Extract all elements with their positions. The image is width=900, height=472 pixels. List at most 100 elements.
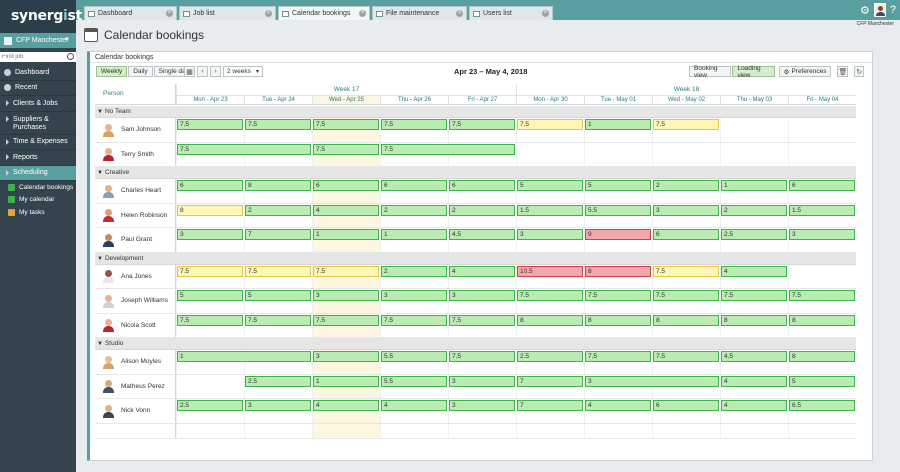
team-group-row[interactable]: ▼ Development <box>95 252 856 265</box>
booking-block[interactable]: 3 <box>313 351 379 362</box>
sidebar-item-dashboard[interactable]: Dashboard <box>0 65 76 81</box>
booking-block[interactable]: 6 <box>653 400 719 411</box>
booking-block[interactable]: 4 <box>313 204 379 216</box>
booking-block[interactable]: 5 <box>177 290 243 301</box>
booking-block[interactable]: 7.5 <box>653 351 719 362</box>
sidebar-subitem-my-calendar[interactable]: My calendar <box>0 194 76 207</box>
booking-block[interactable]: 4 <box>721 400 787 411</box>
booking-block[interactable]: 7.5 <box>245 265 311 277</box>
close-icon[interactable]: × <box>166 10 173 17</box>
booking-block[interactable]: 2 <box>245 204 311 216</box>
day-cell[interactable] <box>176 374 244 398</box>
booking-block[interactable]: 8 <box>177 204 243 216</box>
booking-block[interactable]: 6 <box>381 180 447 191</box>
person-column-header[interactable]: Person <box>95 84 176 105</box>
find-job-input[interactable] <box>2 54 62 60</box>
sidebar-subitem-my-tasks[interactable]: My tasks <box>0 206 76 219</box>
booking-block[interactable]: 4.5 <box>449 229 515 240</box>
booking-block[interactable]: 6 <box>653 229 719 240</box>
sidebar-item-recent[interactable]: Recent <box>0 81 76 96</box>
booking-block[interactable]: 4 <box>721 265 787 277</box>
booking-block[interactable]: 7.5 <box>177 119 243 130</box>
booking-block[interactable]: 4 <box>313 400 379 411</box>
booking-block[interactable]: 2 <box>653 180 719 191</box>
person-cell[interactable]: Alison Moyles <box>95 350 176 374</box>
close-icon[interactable]: × <box>265 10 272 17</box>
user-avatar[interactable] <box>873 3 886 17</box>
person-cell[interactable]: Joseph Williams <box>95 289 176 313</box>
booking-block[interactable]: 1 <box>585 119 651 130</box>
booking-block[interactable]: 1 <box>721 180 787 191</box>
booking-block[interactable]: 9 <box>585 229 651 240</box>
booking-block[interactable]: 3 <box>177 229 243 240</box>
booking-block[interactable]: 8 <box>517 314 583 326</box>
booking-block[interactable]: 8 <box>653 314 719 326</box>
person-cell[interactable]: Matheus Perez <box>95 374 176 398</box>
booking-block[interactable]: 5 <box>789 375 855 387</box>
booking-block[interactable]: 5 <box>585 180 651 191</box>
booking-block[interactable]: 3 <box>585 375 719 387</box>
day-cell[interactable] <box>788 142 856 166</box>
booking-block[interactable]: 4 <box>381 400 447 411</box>
booking-block[interactable]: 3 <box>449 400 515 411</box>
booking-block[interactable]: 2 <box>381 265 447 277</box>
booking-block[interactable]: 7.5 <box>381 143 515 155</box>
prev-icon[interactable]: ‹ <box>197 66 208 77</box>
team-group-row[interactable]: ▼ Studio <box>95 338 856 350</box>
collapse-triangle-icon[interactable]: ▼ <box>97 109 103 115</box>
booking-block[interactable]: 3 <box>449 375 515 387</box>
booking-block[interactable]: 2.5 <box>517 351 583 362</box>
booking-block[interactable]: 1 <box>313 229 379 240</box>
day-cell[interactable] <box>788 264 856 288</box>
booking-block[interactable]: 7.5 <box>653 290 719 301</box>
tab-job-list[interactable]: Job list × <box>179 6 276 20</box>
booking-block[interactable]: 3 <box>245 400 311 411</box>
booking-block[interactable]: 1.5 <box>517 204 583 216</box>
booking-block[interactable]: 7.5 <box>789 290 855 301</box>
person-cell[interactable]: Sam Johnson <box>95 118 176 142</box>
booking-block[interactable]: 3 <box>313 290 379 301</box>
calendar-picker-icon[interactable]: ▦ <box>184 66 195 77</box>
person-cell[interactable]: Nicola Scott <box>95 313 176 337</box>
close-icon[interactable]: × <box>542 10 549 17</box>
booking-block[interactable]: 7.5 <box>449 119 515 130</box>
booking-block[interactable]: 6 <box>449 180 515 191</box>
booking-block[interactable]: 6.5 <box>789 400 855 411</box>
sidebar-item-suppliers-purchases[interactable]: Suppliers & Purchases <box>0 112 76 135</box>
booking-block[interactable]: 7.5 <box>585 351 651 362</box>
booking-block[interactable]: 3 <box>381 290 447 301</box>
booking-block[interactable]: 5 <box>517 180 583 191</box>
close-icon[interactable]: × <box>456 10 463 17</box>
tab-dashboard[interactable]: Dashboard × <box>84 6 177 20</box>
day-cell[interactable] <box>652 142 720 166</box>
booking-block[interactable]: 7.5 <box>653 119 719 130</box>
booking-block[interactable]: 5.5 <box>585 204 651 216</box>
trash-icon[interactable]: 🗑 <box>837 66 849 77</box>
booking-block[interactable]: 1 <box>381 229 447 240</box>
search-icon[interactable] <box>67 53 74 60</box>
booking-block[interactable]: 2 <box>721 204 787 216</box>
view-weekly-button[interactable]: Weekly <box>96 66 128 77</box>
booking-block[interactable]: 7.5 <box>313 143 379 155</box>
booking-block[interactable]: 4 <box>721 375 787 387</box>
booking-block[interactable]: 7.5 <box>721 290 787 301</box>
booking-block[interactable]: 4.5 <box>721 351 787 362</box>
booking-block[interactable]: 5.5 <box>381 351 447 362</box>
person-cell[interactable]: Charles Heart <box>95 179 176 203</box>
booking-block[interactable]: 3 <box>449 290 515 301</box>
booking-block[interactable]: 7.5 <box>313 119 379 130</box>
booking-block[interactable]: 4 <box>585 400 651 411</box>
booking-block[interactable]: 1.5 <box>789 204 855 216</box>
booking-block[interactable]: 7 <box>517 400 583 411</box>
booking-block[interactable]: 2 <box>449 204 515 216</box>
person-cell[interactable]: Terry Smith <box>95 142 176 166</box>
sidebar-item-scheduling[interactable]: Scheduling <box>0 165 76 181</box>
tab-calendar-bookings[interactable]: Calendar bookings × <box>278 6 370 20</box>
person-cell[interactable]: Nick Vonn <box>95 399 176 423</box>
day-cell[interactable] <box>788 118 856 142</box>
preferences-button[interactable]: ⚙ Preferences <box>778 66 832 77</box>
booking-block[interactable]: 7.5 <box>313 265 379 277</box>
next-icon[interactable]: › <box>210 66 221 77</box>
booking-block[interactable]: 7 <box>245 229 311 240</box>
person-cell[interactable]: Ana Jones <box>95 264 176 288</box>
